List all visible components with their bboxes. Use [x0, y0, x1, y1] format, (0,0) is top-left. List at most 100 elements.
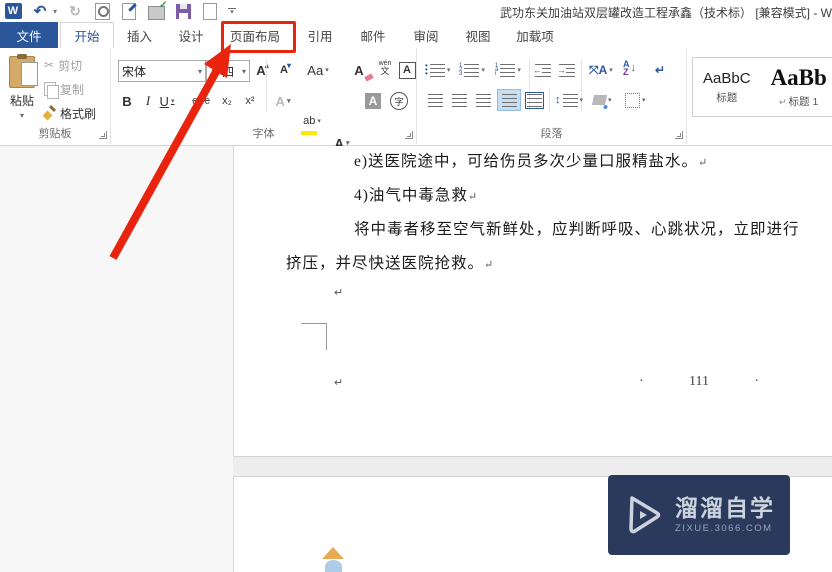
- paragraph-mark-icon: ↵: [655, 63, 666, 77]
- document-shape-blue: [325, 560, 342, 572]
- tab-mailings[interactable]: 邮件: [347, 22, 399, 48]
- character-border-icon: A: [398, 61, 416, 79]
- tab-design[interactable]: 设计: [165, 22, 217, 48]
- customize-qat-dropdown[interactable]: ▾: [228, 7, 237, 16]
- align-right-icon: [475, 93, 491, 107]
- superscript-button[interactable]: x²: [240, 90, 260, 112]
- tab-page-layout[interactable]: 页面布局: [217, 22, 293, 48]
- paragraph-dialog-launcher[interactable]: [675, 131, 683, 139]
- print-preview-button[interactable]: [93, 2, 111, 20]
- clipboard-dialog-launcher[interactable]: [99, 131, 107, 139]
- page-number: · 111 ·: [639, 374, 759, 390]
- tab-insert[interactable]: 插入: [114, 22, 165, 48]
- chevron-down-icon: ▾: [230, 8, 234, 16]
- clipboard-icon: [9, 54, 38, 88]
- text-effects-label: A: [275, 93, 285, 109]
- clear-formatting-button[interactable]: A: [349, 59, 369, 81]
- underline-label: U: [159, 93, 169, 109]
- distribute-button[interactable]: [523, 90, 545, 110]
- save-button[interactable]: [174, 2, 192, 20]
- line-spacing-dropdown-icon: ▾: [579, 97, 584, 104]
- undo-button[interactable]: ↶: [31, 2, 49, 20]
- bold-button[interactable]: B: [119, 90, 135, 112]
- style-item-title[interactable]: AaBbC 标题: [693, 58, 761, 116]
- watermark-text: 溜溜自学 ZIXUE.3066.COM: [675, 495, 775, 535]
- doc-paragraph: 将中毒者移至空气新鲜处，应判断呼吸、心跳状况，立即进行: [354, 217, 800, 239]
- shading-button[interactable]: ▾: [591, 90, 612, 110]
- strikethrough-button[interactable]: abc: [189, 90, 213, 112]
- align-left-button[interactable]: [425, 90, 445, 110]
- undo-dropdown-icon[interactable]: ▾: [53, 7, 57, 16]
- font-size-dropdown-icon: ▾: [241, 66, 246, 76]
- style-item-heading1[interactable]: AaBb ↵ 标题 1: [761, 58, 832, 116]
- align-right-button[interactable]: [473, 90, 493, 110]
- pinyin-icon: wén 文: [379, 60, 392, 76]
- grow-font-button[interactable]: A▴: [253, 59, 273, 81]
- text-effects-button[interactable]: A ▾: [271, 90, 295, 112]
- justify-button[interactable]: [497, 89, 521, 111]
- bullets-lines: [429, 63, 445, 77]
- underline-button[interactable]: U ▾: [159, 90, 175, 112]
- copy-button[interactable]: 复制: [44, 80, 84, 99]
- italic-button[interactable]: I: [141, 90, 155, 112]
- tab-home[interactable]: 开始: [60, 22, 114, 48]
- doc-paragraph: 4)油气中毒急救↵: [354, 183, 477, 205]
- tab-view[interactable]: 视图: [453, 22, 503, 48]
- tab-addins[interactable]: 加载项: [503, 22, 567, 48]
- style-name: 标题: [716, 91, 738, 104]
- bullets-button[interactable]: • • • ▾: [425, 60, 450, 80]
- paragraph-group: ••• ▾ 123 ▾ 1ai ▾ ⤧A ▾: [417, 48, 687, 144]
- font-size-combo[interactable]: 小四 ▾: [206, 60, 250, 82]
- save-icon: [175, 3, 191, 19]
- pinyin-bottom: 文: [380, 66, 390, 76]
- numbering-button[interactable]: 123 ▾: [459, 60, 485, 80]
- style-sample: AaBb: [770, 65, 827, 90]
- watermark-badge: 溜溜自学 ZIXUE.3066.COM: [608, 475, 790, 555]
- doc-text: e)送医院途中，可给伤员多次少量口服精盐水。: [354, 153, 699, 170]
- pencil-icon: [122, 2, 137, 20]
- enclose-characters-button[interactable]: 字: [389, 90, 409, 112]
- doc-text: 4)油气中毒急救: [354, 187, 468, 204]
- format-painter-label: 格式刷: [60, 106, 97, 121]
- show-hide-marks-button[interactable]: ↵: [655, 60, 665, 80]
- subscript-button[interactable]: x₂: [217, 90, 237, 112]
- doc-paragraph: e)送医院途中，可给伤员多次少量口服精盐水。↵: [354, 149, 707, 171]
- new-document-button[interactable]: [201, 2, 219, 20]
- line-spacing-button[interactable]: ↕ ▾: [555, 90, 583, 110]
- character-border-button[interactable]: A: [397, 59, 417, 81]
- sort-button[interactable]: A Z ↓: [623, 58, 636, 78]
- increase-indent-button[interactable]: [557, 60, 575, 80]
- text-effects-dropdown-icon: ▾: [286, 98, 291, 105]
- font-dialog-launcher[interactable]: [405, 131, 413, 139]
- document-title: 武功东关加油站双层罐改造工程承鑫（技术标） [兼容模式] - W: [500, 6, 832, 20]
- edit-button[interactable]: [120, 2, 138, 20]
- title-bar: W ↶ ▾ ↻ ▾ 武功东关加油站双层罐改造工程承鑫（技术标） [兼容模式] -…: [0, 0, 832, 22]
- tab-file[interactable]: 文件: [0, 22, 58, 48]
- paste-button[interactable]: 粘贴 ▾: [5, 54, 39, 136]
- change-case-button[interactable]: Aa ▾: [303, 59, 333, 81]
- style-sample: AaBbC: [703, 69, 751, 87]
- cut-button[interactable]: ✂ 剪切: [44, 56, 82, 74]
- decrease-indent-button[interactable]: [533, 60, 551, 80]
- change-case-dropdown-icon: ▾: [325, 67, 329, 74]
- tab-review[interactable]: 审阅: [399, 22, 453, 48]
- redo-button[interactable]: ↻: [66, 2, 84, 20]
- quick-print-button[interactable]: [147, 0, 168, 20]
- quick-access-toolbar: W ↶ ▾ ↻ ▾: [4, 0, 237, 21]
- asian-layout-button[interactable]: ⤧A ▾: [589, 60, 613, 80]
- tab-references[interactable]: 引用: [293, 22, 347, 48]
- borders-button[interactable]: ▾: [625, 90, 646, 110]
- align-center-button[interactable]: [449, 90, 469, 110]
- word-logo-icon[interactable]: W: [4, 2, 22, 20]
- font-name-combo[interactable]: 宋体 ▾: [118, 60, 206, 82]
- character-shading-button[interactable]: A: [363, 90, 383, 112]
- phonetic-guide-button[interactable]: wén 文: [374, 57, 396, 79]
- line-spacing-icon: ↕: [555, 93, 578, 107]
- magnifier-icon: [94, 2, 110, 20]
- style-name: ↵ 标题 1: [779, 94, 818, 109]
- format-painter-button[interactable]: 格式刷: [44, 104, 96, 122]
- document-page-1[interactable]: e)送医院途中，可给伤员多次少量口服精盐水。↵ 4)油气中毒急救↵ 将中毒者移至…: [233, 146, 832, 457]
- doc-paragraph: 挤压，并尽快送医院抢救。↵: [286, 251, 493, 273]
- shrink-font-button[interactable]: A ▾: [276, 59, 296, 81]
- multilevel-list-button[interactable]: 1ai ▾: [495, 60, 521, 80]
